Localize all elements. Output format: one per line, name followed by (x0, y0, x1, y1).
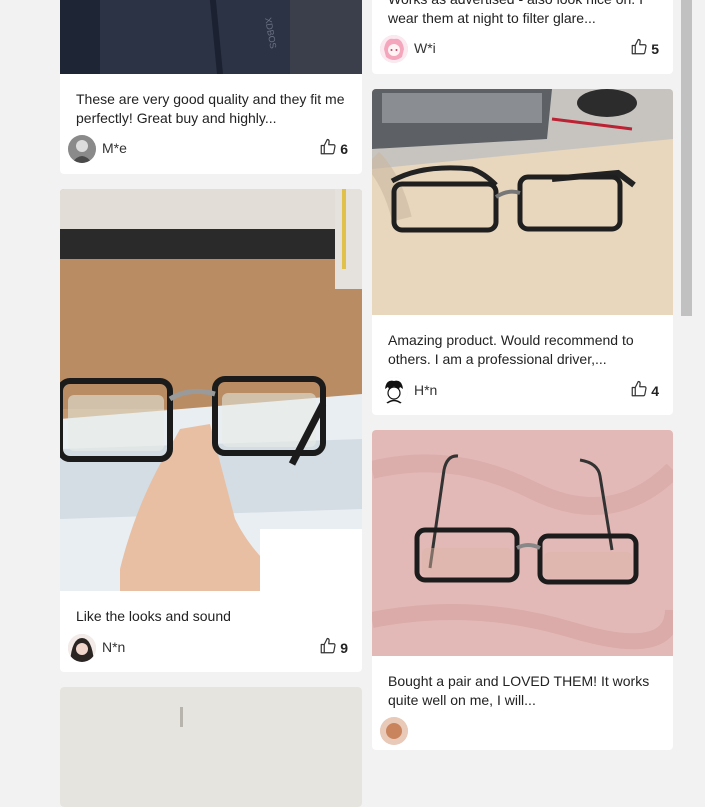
reviewer-row (380, 717, 659, 747)
review-card[interactable]: Works as advertised - also look nice on.… (372, 0, 673, 74)
like-button[interactable]: 5 (630, 38, 659, 61)
thumbs-up-icon (630, 38, 648, 61)
reviewer-name: W*i (414, 40, 436, 56)
review-text: Works as advertised - also look nice on.… (388, 0, 643, 26)
reviewer-row: W*i 5 (380, 35, 659, 65)
reviewer-row: N*n 9 (68, 634, 348, 664)
review-photo[interactable] (60, 189, 362, 591)
avatar (380, 35, 408, 63)
like-button[interactable]: 9 (319, 637, 348, 660)
review-photo[interactable] (372, 430, 673, 656)
review-card[interactable]: Amazing product. Would recommend to othe… (372, 89, 673, 415)
review-photo[interactable]: XDBOS (60, 0, 362, 74)
thumbs-up-icon (319, 138, 337, 161)
thumbs-up-icon (630, 380, 648, 403)
thumbs-up-icon (319, 637, 337, 660)
reviewer-name: H*n (414, 382, 438, 398)
review-card[interactable]: Like the looks and sound N*n 9 (60, 189, 362, 672)
review-card[interactable] (60, 687, 362, 807)
review-card[interactable]: Bought a pair and LOVED THEM! It works q… (372, 430, 673, 750)
avatar (68, 634, 96, 662)
like-count: 6 (340, 141, 348, 157)
scrollbar-thumb[interactable] (681, 0, 692, 316)
review-text: Bought a pair and LOVED THEM! It works q… (388, 673, 650, 708)
like-count: 5 (651, 41, 659, 57)
avatar (380, 717, 408, 745)
review-text: These are very good quality and they fit… (76, 91, 345, 126)
avatar (68, 135, 96, 163)
review-photo[interactable] (60, 687, 362, 807)
review-card[interactable]: XDBOS These are very good quality and th… (60, 0, 362, 174)
reviewer-name: N*n (102, 639, 126, 655)
review-text: Amazing product. Would recommend to othe… (388, 332, 634, 367)
avatar (380, 377, 408, 405)
page-left-margin (0, 0, 60, 724)
like-count: 4 (651, 383, 659, 399)
like-count: 9 (340, 640, 348, 656)
like-button[interactable]: 6 (319, 138, 348, 161)
reviewer-row: H*n 4 (380, 377, 659, 407)
review-text: Like the looks and sound (76, 608, 231, 624)
like-button[interactable]: 4 (630, 380, 659, 403)
reviewer-row: M*e 6 (68, 135, 348, 165)
reviewer-name: M*e (102, 140, 127, 156)
review-photo[interactable] (372, 89, 673, 315)
